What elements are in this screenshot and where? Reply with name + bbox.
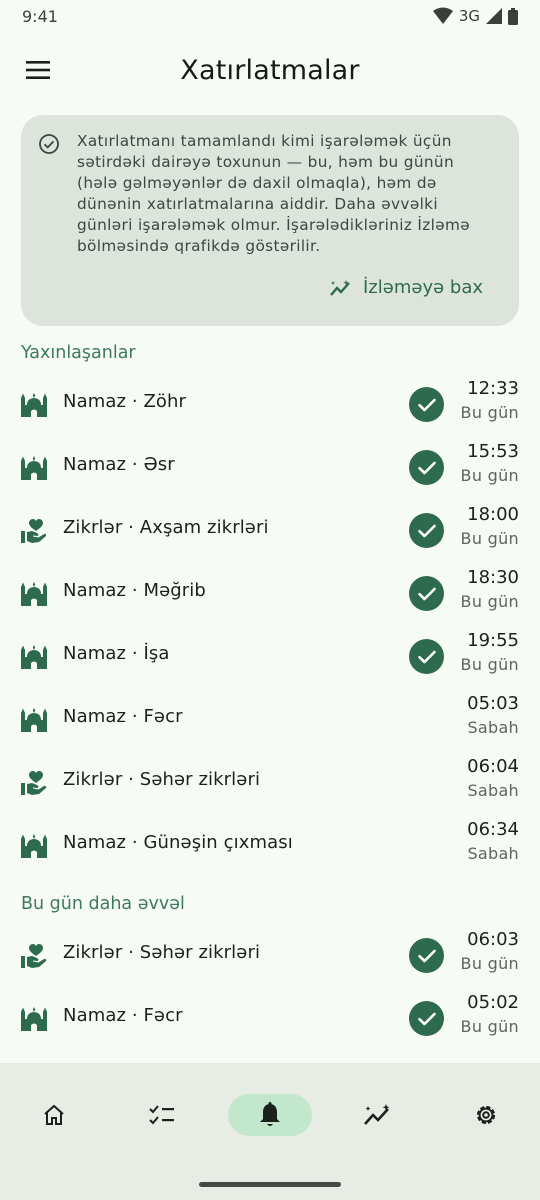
- reminder-row[interactable]: Namaz · Fəcr 05:02 Bu gün: [0, 987, 540, 1050]
- nav-tracking[interactable]: [336, 1094, 420, 1136]
- status-time: 9:41: [22, 6, 58, 26]
- reminder-row[interactable]: Namaz · Günəşin çıxması 06:34 Sabah: [0, 814, 540, 877]
- reminder-label: Zikrlər · Səhər zikrləri: [63, 942, 261, 963]
- reminder-row[interactable]: Namaz · Məğrib 18:30 Bu gün: [0, 562, 540, 625]
- reminder-label: Namaz · Məğrib: [63, 580, 206, 601]
- status-bar: 9:41 3G: [0, 0, 540, 32]
- reminder-day: Sabah: [467, 844, 519, 863]
- completed-check-button[interactable]: [409, 513, 444, 548]
- reminder-row[interactable]: Namaz · Fəcr 05:03 Sabah: [0, 688, 540, 751]
- reminder-day: Sabah: [467, 781, 519, 800]
- signal-icon: [486, 8, 502, 24]
- network-label: 3G: [458, 7, 480, 25]
- section-title-earlier: Bu gün daha əvvəl: [21, 894, 185, 914]
- hand-heart-icon: [20, 943, 48, 969]
- mosque-icon: [20, 833, 48, 859]
- view-tracking-button[interactable]: İzləməyə bax: [329, 277, 483, 298]
- bottom-navigation: [0, 1063, 540, 1200]
- app-bar: Xatırlatmalar: [0, 42, 540, 98]
- reminder-label: Zikrlər · Səhər zikrləri: [63, 769, 261, 790]
- reminder-label: Namaz · Fəcr: [63, 1005, 183, 1026]
- mosque-icon: [20, 707, 48, 733]
- wifi-icon: [432, 7, 453, 24]
- check-circle-icon: [39, 134, 59, 154]
- reminder-row[interactable]: Zikrlər · Səhər zikrləri 06:03 Bu gün: [0, 924, 540, 987]
- reminder-day: Bu gün: [460, 466, 519, 485]
- reminder-time: 18:30: [467, 567, 519, 588]
- reminder-time: 15:53: [467, 441, 519, 462]
- bell-icon: [260, 1102, 280, 1126]
- section-title-upcoming: Yaxınlaşanlar: [21, 343, 136, 363]
- hamburger-icon: [26, 61, 50, 79]
- reminder-day: Bu gün: [460, 592, 519, 611]
- menu-button[interactable]: [16, 48, 60, 92]
- info-line: sətirdəki dairəyə toxunun — bu, həm bu g…: [77, 153, 454, 171]
- info-line: bölməsində qrafikdə göstərilir.: [77, 237, 321, 255]
- info-text: Xatırlatmanı tamamlandı kimi işarələmək …: [77, 131, 497, 257]
- info-line: (hələ gəlməyənlər də daxil olmaqla), həm…: [77, 174, 437, 192]
- completed-check-button[interactable]: [409, 639, 444, 674]
- mosque-icon: [20, 581, 48, 607]
- reminder-day: Bu gün: [460, 954, 519, 973]
- completed-check-button[interactable]: [409, 387, 444, 422]
- hand-heart-icon: [20, 518, 48, 544]
- page-title: Xatırlatmalar: [180, 54, 360, 86]
- reminder-label: Namaz · Zöhr: [63, 391, 187, 412]
- mosque-icon: [20, 644, 48, 670]
- mosque-icon: [20, 455, 48, 481]
- reminder-label: Namaz · Fəcr: [63, 706, 183, 727]
- nav-checklist[interactable]: [120, 1094, 204, 1136]
- nav-reminders[interactable]: [228, 1094, 312, 1136]
- reminder-time: 06:03: [467, 929, 519, 950]
- info-line: günləri işarələmək olmur. İşarələdikləri…: [77, 216, 471, 234]
- reminder-time: 05:03: [467, 693, 519, 714]
- view-tracking-label: İzləməyə bax: [363, 277, 483, 298]
- trending-icon: [330, 279, 350, 296]
- completed-check-button[interactable]: [409, 1001, 444, 1036]
- reminder-day: Bu gün: [460, 1017, 519, 1036]
- reminder-label: Zikrlər · Axşam zikrləri: [63, 517, 269, 538]
- reminder-row[interactable]: Namaz · Əsr 15:53 Bu gün: [0, 436, 540, 499]
- info-line: dünənin xatırlatmalarına aiddir. Daha əv…: [77, 195, 438, 213]
- completed-check-button[interactable]: [409, 576, 444, 611]
- reminder-day: Bu gün: [460, 403, 519, 422]
- battery-icon: [508, 7, 518, 25]
- reminder-label: Namaz · Əsr: [63, 454, 175, 475]
- reminder-row[interactable]: Namaz · İşa 19:55 Bu gün: [0, 625, 540, 688]
- trending-icon: [364, 1104, 390, 1125]
- reminder-time: 05:02: [467, 992, 519, 1013]
- home-icon: [44, 1104, 64, 1125]
- mosque-icon: [20, 1006, 48, 1032]
- reminder-row[interactable]: Zikrlər · Səhər zikrləri 06:04 Sabah: [0, 751, 540, 814]
- reminder-time: 06:34: [467, 819, 519, 840]
- reminder-time: 06:04: [467, 756, 519, 777]
- reminder-label: Namaz · İşa: [63, 643, 170, 664]
- mosque-icon: [20, 392, 48, 418]
- reminder-row[interactable]: Namaz · Zöhr 12:33 Bu gün: [0, 373, 540, 436]
- reminder-row[interactable]: Zikrlər · Axşam zikrləri 18:00 Bu gün: [0, 499, 540, 562]
- reminder-label: Namaz · Günəşin çıxması: [63, 832, 293, 853]
- settings-icon: [476, 1105, 496, 1125]
- nav-settings[interactable]: [444, 1094, 528, 1136]
- hand-heart-icon: [20, 770, 48, 796]
- reminder-time: 18:00: [467, 504, 519, 525]
- reminder-day: Bu gün: [460, 655, 519, 674]
- completed-check-button[interactable]: [409, 938, 444, 973]
- info-card: Xatırlatmanı tamamlandı kimi işarələmək …: [21, 115, 519, 326]
- reminder-day: Sabah: [467, 718, 519, 737]
- info-line: Xatırlatmanı tamamlandı kimi işarələmək …: [77, 132, 452, 150]
- checklist-icon: [149, 1105, 174, 1125]
- home-indicator[interactable]: [199, 1182, 341, 1187]
- reminder-time: 12:33: [467, 378, 519, 399]
- reminder-day: Bu gün: [460, 529, 519, 548]
- nav-home[interactable]: [12, 1094, 96, 1136]
- status-icons: 3G: [432, 7, 518, 25]
- completed-check-button[interactable]: [409, 450, 444, 485]
- reminder-time: 19:55: [467, 630, 519, 651]
